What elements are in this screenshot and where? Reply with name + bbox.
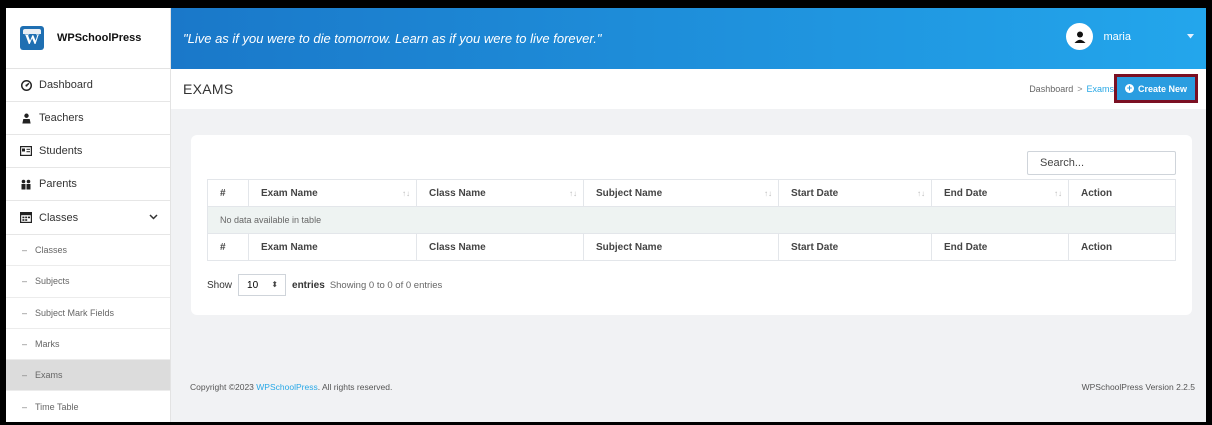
sidebar-subitem-time-table[interactable]: – Time Table (6, 391, 170, 422)
table-info: Showing 0 to 0 of 0 entries (329, 279, 443, 291)
table-header-row: # Exam Name ↑↓ Class Name ↑↓ Subject Name ↑… (207, 179, 1176, 207)
length-label-show: Show (207, 279, 233, 291)
page-title: EXAMS (183, 81, 234, 97)
brand-name: WPSchoolPress (57, 32, 142, 44)
length-label-entries: entries (292, 279, 325, 291)
sidebar-subitem-exams[interactable]: – Exams (6, 360, 170, 392)
app-frame: W WPSchoolPress Dashboard Teachers Stude… (6, 8, 1206, 422)
footer-header-class-name: Class Name (416, 233, 584, 261)
create-new-label: Create New (1137, 83, 1187, 94)
entries-length-control: Show 10 ⬍ entries Showing 0 to 0 of 0 en… (207, 274, 442, 296)
column-header-label: Exam Name (261, 187, 318, 199)
breadcrumb-home-link[interactable]: Dashboard (1029, 84, 1073, 94)
page-footer: Copyright ©2023 WPSchoolPress. All right… (190, 382, 1195, 392)
footer-header-exam-name: Exam Name (248, 233, 417, 261)
sidebar-item-label: Students (39, 145, 83, 157)
sort-icon: ↑↓ (764, 189, 772, 198)
user-menu[interactable]: maria (1066, 23, 1194, 50)
sidebar-subitem-label: Classes (35, 245, 68, 256)
sort-icon: ↑↓ (402, 189, 410, 198)
search-input[interactable] (1027, 151, 1176, 175)
exams-card: # Exam Name ↑↓ Class Name ↑↓ Subject Name ↑… (191, 135, 1192, 315)
avatar[interactable] (1066, 23, 1094, 50)
sort-icon: ↑↓ (569, 189, 577, 198)
exams-table: # Exam Name ↑↓ Class Name ↑↓ Subject Name ↑… (207, 179, 1176, 261)
brand[interactable]: W WPSchoolPress (6, 8, 170, 69)
footer-header-number: # (207, 233, 249, 261)
wpschoolpress-link[interactable]: WPSchoolPress (256, 382, 317, 392)
footer-header-end-date: End Date (931, 233, 1069, 261)
breadcrumb-current: Exams (1086, 84, 1114, 94)
sidebar-item-teachers[interactable]: Teachers (6, 102, 170, 135)
sidebar-item-label: Classes (39, 211, 79, 224)
sidebar-item-label: Parents (39, 178, 77, 190)
sidebar-subitem-label: Subjects (35, 276, 70, 287)
column-header-number[interactable]: # (207, 179, 249, 207)
sort-icon: ↑↓ (917, 189, 925, 198)
sidebar-subitem-subjects[interactable]: – Subjects (6, 266, 170, 298)
sidebar-subitem-label: Time Table (35, 401, 79, 412)
classes-icon (20, 212, 32, 224)
sidebar-item-dashboard[interactable]: Dashboard (6, 69, 170, 102)
header-quote: "Live as if you were to die tomorrow. Le… (183, 31, 602, 46)
column-header-label: Start Date (791, 187, 839, 199)
sidebar-item-label: Dashboard (39, 79, 93, 91)
empty-table-message: No data available in table (207, 206, 1176, 234)
entries-per-page-select[interactable]: 10 (238, 274, 287, 296)
column-header-start-date[interactable]: Start Date ↑↓ (778, 179, 932, 207)
column-header-label: # (220, 187, 226, 199)
table-row: No data available in table (207, 206, 1176, 234)
sidebar: W WPSchoolPress Dashboard Teachers Stude… (6, 8, 171, 422)
sidebar-subitem-label: Exams (35, 370, 63, 381)
create-new-button[interactable]: + Create New (1116, 77, 1195, 100)
user-name[interactable]: maria (1103, 31, 1131, 43)
version-text: WPSchoolPress Version 2.2.5 (1081, 382, 1195, 392)
breadcrumb-separator: > (1077, 84, 1083, 94)
wp-logo-icon: W (20, 26, 44, 50)
copyright-suffix: . All rights reserved. (317, 382, 393, 392)
sidebar-item-parents[interactable]: Parents (6, 168, 170, 201)
plus-circle-icon: + (1124, 83, 1134, 93)
sidebar-subitem-label: Marks (35, 339, 60, 350)
sidebar-subitem-subject-mark-fields[interactable]: – Subject Mark Fields (6, 298, 170, 329)
sidebar-item-label: Teachers (39, 112, 84, 124)
entries-select-wrap: 10 ⬍ (232, 274, 292, 296)
top-header: "Live as if you were to die tomorrow. Le… (171, 8, 1206, 69)
sidebar-subitem-label: Subject Mark Fields (35, 307, 115, 318)
parents-icon (20, 178, 32, 190)
column-header-exam-name[interactable]: Exam Name ↑↓ (248, 179, 417, 207)
column-header-end-date[interactable]: End Date ↑↓ (931, 179, 1069, 207)
column-header-label: Subject Name (596, 187, 663, 199)
footer-header-action: Action (1068, 233, 1176, 261)
footer-header-start-date: Start Date (778, 233, 932, 261)
sort-icon: ↑↓ (1054, 189, 1062, 198)
column-header-subject-name[interactable]: Subject Name ↑↓ (583, 179, 779, 207)
student-id-icon (20, 145, 32, 157)
column-header-label: Class Name (429, 187, 486, 199)
column-header-action: Action (1068, 179, 1176, 207)
column-header-class-name[interactable]: Class Name ↑↓ (416, 179, 584, 207)
sidebar-item-students[interactable]: Students (6, 135, 170, 168)
page-header: EXAMS Dashboard > Exams + Create New (171, 69, 1206, 109)
column-header-label: Action (1081, 187, 1113, 199)
sidebar-item-classes[interactable]: Classes (6, 201, 170, 235)
sidebar-subitem-marks[interactable]: – Marks (6, 329, 170, 361)
copyright-text: Copyright ©2023 WPSchoolPress. All right… (190, 382, 392, 392)
caret-down-icon[interactable] (1187, 32, 1194, 41)
create-new-highlight: + Create New (1113, 74, 1198, 103)
chevron-down-icon (149, 212, 158, 223)
copyright-prefix: Copyright ©2023 (190, 382, 257, 392)
dashboard-icon (20, 79, 32, 91)
breadcrumb: Dashboard > Exams (1029, 84, 1114, 94)
sidebar-subitem-classes[interactable]: – Classes (6, 235, 170, 267)
teacher-icon (20, 112, 32, 124)
footer-header-subject-name: Subject Name (583, 233, 779, 261)
column-header-label: End Date (944, 187, 988, 199)
table-footer-row: # Exam Name Class Name Subject Name Star… (207, 233, 1176, 261)
